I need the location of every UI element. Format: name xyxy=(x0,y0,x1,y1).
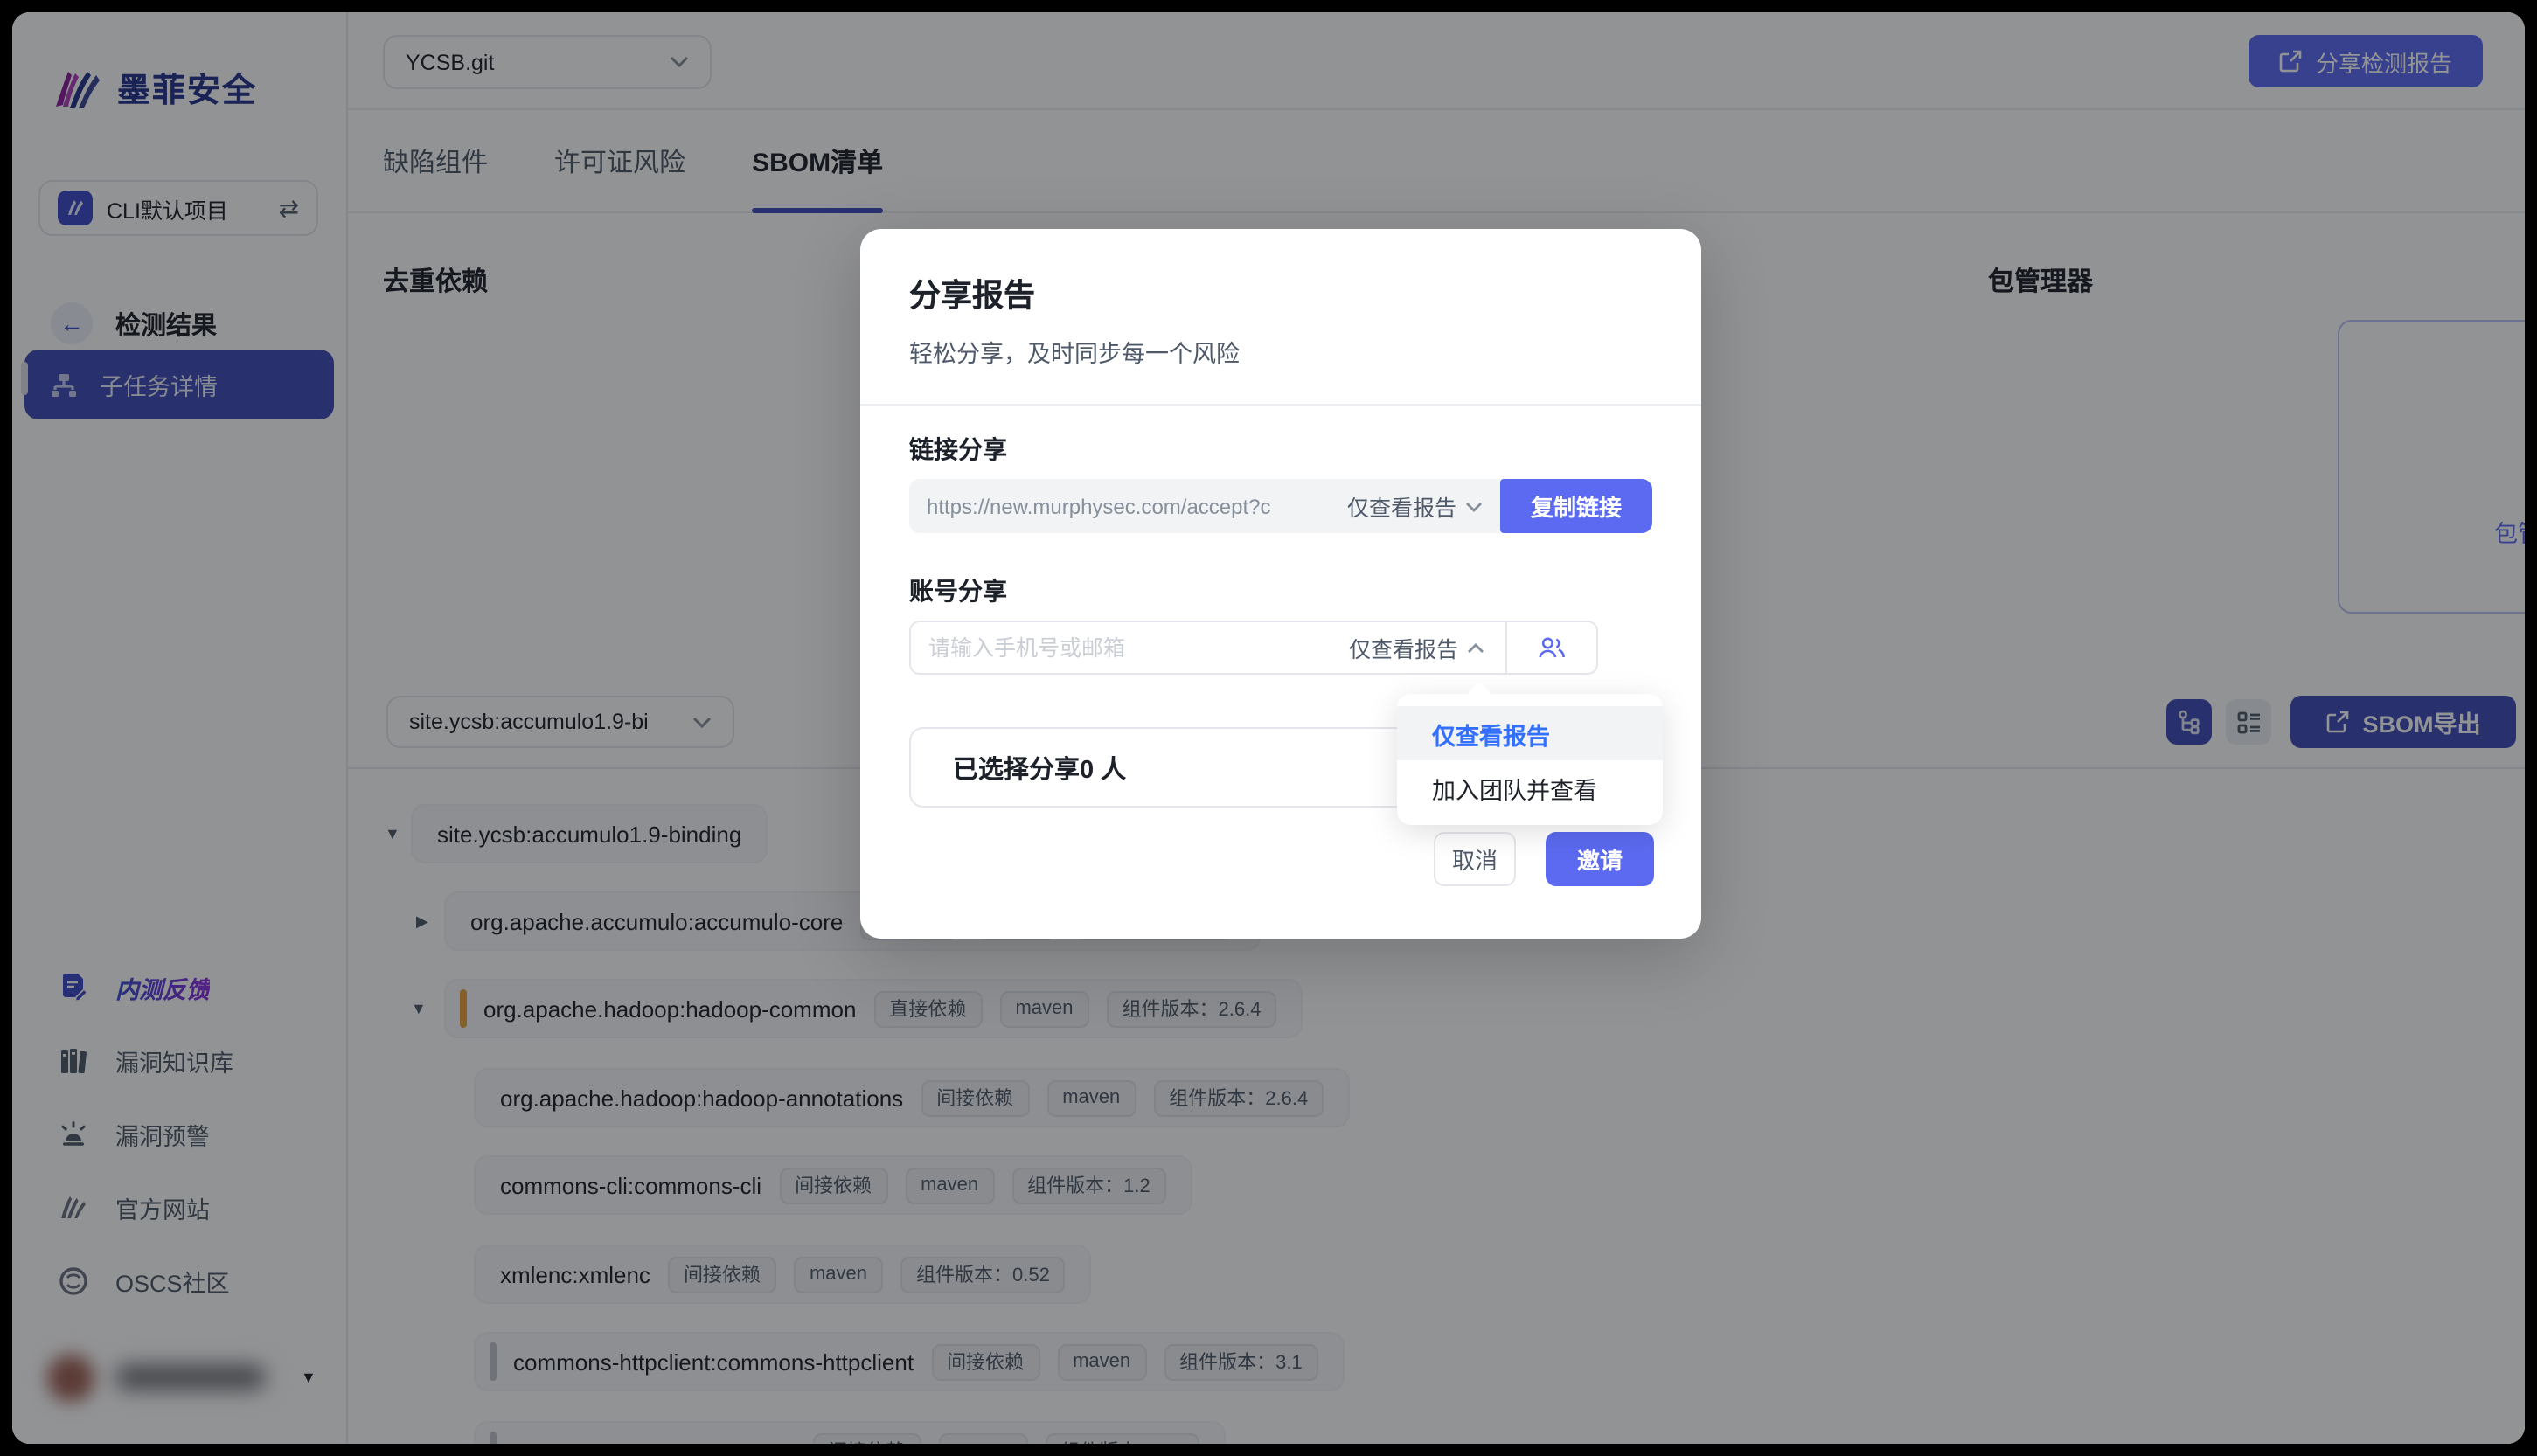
share-link-url: https://new.murphysec.com/accept?c xyxy=(927,494,1271,518)
cancel-button[interactable]: 取消 xyxy=(1434,832,1516,886)
chevron-up-icon xyxy=(1468,642,1484,652)
link-permission-select[interactable]: 仅查看报告 xyxy=(1347,489,1483,523)
permission-dropdown: 仅查看报告 加入团队并查看 xyxy=(1397,694,1663,825)
divider xyxy=(860,404,1701,406)
contacts-picker-button[interactable] xyxy=(1505,622,1596,673)
link-permission-value: 仅查看报告 xyxy=(1346,496,1456,521)
app-window: 墨菲安全 CLI默认项目 ⇄ ← 检测结果 子任务详情 内测反馈 漏洞知识库 漏… xyxy=(12,12,2525,1444)
share-report-modal: 分享报告 轻松分享，及时同步每一个风险 链接分享 https://new.mur… xyxy=(860,229,1701,939)
account-share-row: 仅查看报告 xyxy=(909,621,1598,675)
invite-button[interactable]: 邀请 xyxy=(1546,832,1654,886)
account-permission-select[interactable]: 仅查看报告 xyxy=(1349,631,1505,664)
selected-people-text: 已选择分享0 人 xyxy=(953,756,1127,784)
account-input[interactable] xyxy=(911,635,1349,660)
user-group-icon xyxy=(1539,637,1565,658)
dropdown-item-view-only[interactable]: 仅查看报告 xyxy=(1397,706,1663,760)
share-link-field[interactable]: https://new.murphysec.com/accept?c 仅查看报告 xyxy=(909,479,1500,533)
modal-subtitle: 轻松分享，及时同步每一个风险 xyxy=(909,341,1240,367)
link-share-label: 链接分享 xyxy=(909,435,1007,463)
chevron-down-icon xyxy=(1466,502,1482,511)
account-permission-value: 仅查看报告 xyxy=(1348,638,1458,662)
account-share-label: 账号分享 xyxy=(909,577,1007,605)
dropdown-item-join-team[interactable]: 加入团队并查看 xyxy=(1397,760,1663,815)
link-share-row: https://new.murphysec.com/accept?c 仅查看报告… xyxy=(909,479,1652,533)
modal-title: 分享报告 xyxy=(909,278,1035,313)
copy-link-button[interactable]: 复制链接 xyxy=(1500,479,1652,533)
